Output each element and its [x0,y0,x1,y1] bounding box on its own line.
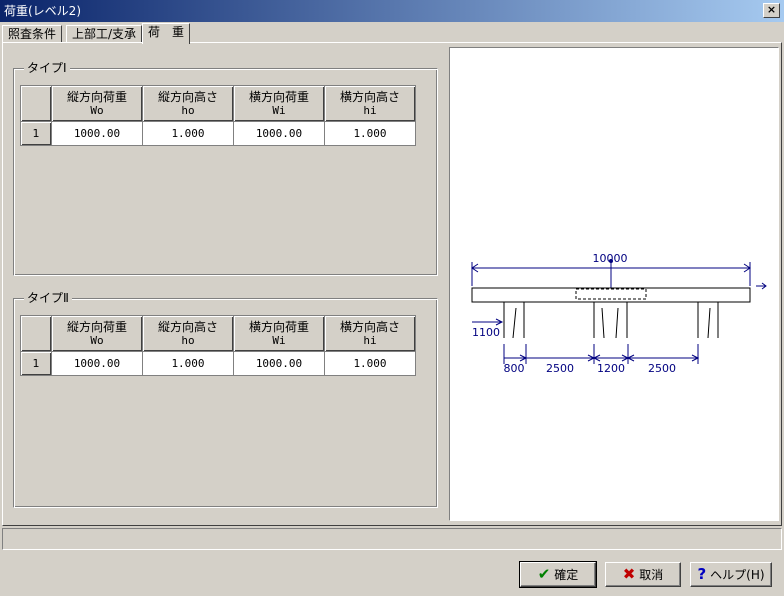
cell-transverse-height[interactable]: 1.000 [324,351,416,376]
dim-spacing-1: 800 [504,362,525,375]
tab-load[interactable]: 荷 重 [142,23,191,44]
table-row: 1 1000.00 1.000 1000.00 1.000 [20,121,416,146]
column-header: 縦方向高さ ho [142,315,234,352]
tab-superstructure-bearing[interactable]: 上部工/支承 [66,25,143,43]
tab-panel-load: タイプⅠ 縦方向荷重 Wo 縦方向高さ ho 横方向荷重 Wi 横方向高さ hi 1 1… [2,42,782,526]
cell-transverse-load[interactable]: 1000.00 [233,351,325,376]
cancel-button[interactable]: ✖ 取消 [605,562,681,587]
dim-spacing-2: 2500 [546,362,574,375]
row-number: 1 [20,351,52,376]
check-icon: ✔ [537,565,551,583]
column-header: 縦方向荷重 Wo [51,315,143,352]
group-type2: タイプⅡ 縦方向荷重 Wo 縦方向高さ ho 横方向荷重 Wi 横方向高さ hi 1 1… [13,291,438,508]
cell-transverse-load[interactable]: 1000.00 [233,121,325,146]
status-bar [2,528,782,550]
column-header: 縦方向荷重 Wo [51,85,143,122]
cell-longitudinal-load[interactable]: 1000.00 [51,351,143,376]
help-button[interactable]: ? ヘルプ(H) [690,562,772,587]
cell-transverse-height[interactable]: 1.000 [324,121,416,146]
column-header: 横方向荷重 Wi [233,315,325,352]
column-header: 横方向荷重 Wi [233,85,325,122]
ok-button[interactable]: ✔ 確定 [519,561,597,588]
tab-check-conditions[interactable]: 照査条件 [2,25,63,43]
column-header: 横方向高さ hi [324,315,416,352]
close-icon: × [766,3,777,16]
help-button-label: ヘルプ(H) [710,568,765,582]
ok-button-label: 確定 [554,568,579,582]
x-icon: ✖ [622,565,636,583]
dim-spacing-4: 2500 [648,362,676,375]
group-type1: タイプⅠ 縦方向荷重 Wo 縦方向高さ ho 横方向荷重 Wi 横方向高さ hi 1 1… [13,61,438,276]
close-button[interactable]: × [763,3,780,18]
cell-longitudinal-load[interactable]: 1000.00 [51,121,143,146]
row-number: 1 [20,121,52,146]
column-header: 縦方向高さ ho [142,85,234,122]
dim-total-width: 10000 [593,252,628,265]
group-type1-title: タイプⅠ [24,61,70,75]
table-corner [20,85,52,122]
window-titlebar: 荷重(レベル2) × [0,0,784,22]
window-title: 荷重(レベル2) [4,4,81,18]
cell-longitudinal-height[interactable]: 1.000 [142,121,234,146]
bridge-section-diagram: 10000 1100 800 2500 1200 2500 [471,252,767,375]
question-icon: ? [697,565,707,583]
cell-longitudinal-height[interactable]: 1.000 [142,351,234,376]
table-corner [20,315,52,352]
cancel-button-label: 取消 [639,568,664,582]
table-row: 1 1000.00 1.000 1000.00 1.000 [20,351,416,376]
structure-preview: 10000 1100 800 2500 1200 2500 [449,47,779,521]
group-type2-title: タイプⅡ [24,291,72,305]
dim-spacing-3: 1200 [597,362,625,375]
column-header: 横方向高さ hi [324,85,416,122]
dim-overhang: 1100 [472,326,500,339]
type1-load-table: 縦方向荷重 Wo 縦方向高さ ho 横方向荷重 Wi 横方向高さ hi 1 1000.0… [20,85,416,146]
type2-load-table: 縦方向荷重 Wo 縦方向高さ ho 横方向荷重 Wi 横方向高さ hi 1 1000.0… [20,315,416,376]
